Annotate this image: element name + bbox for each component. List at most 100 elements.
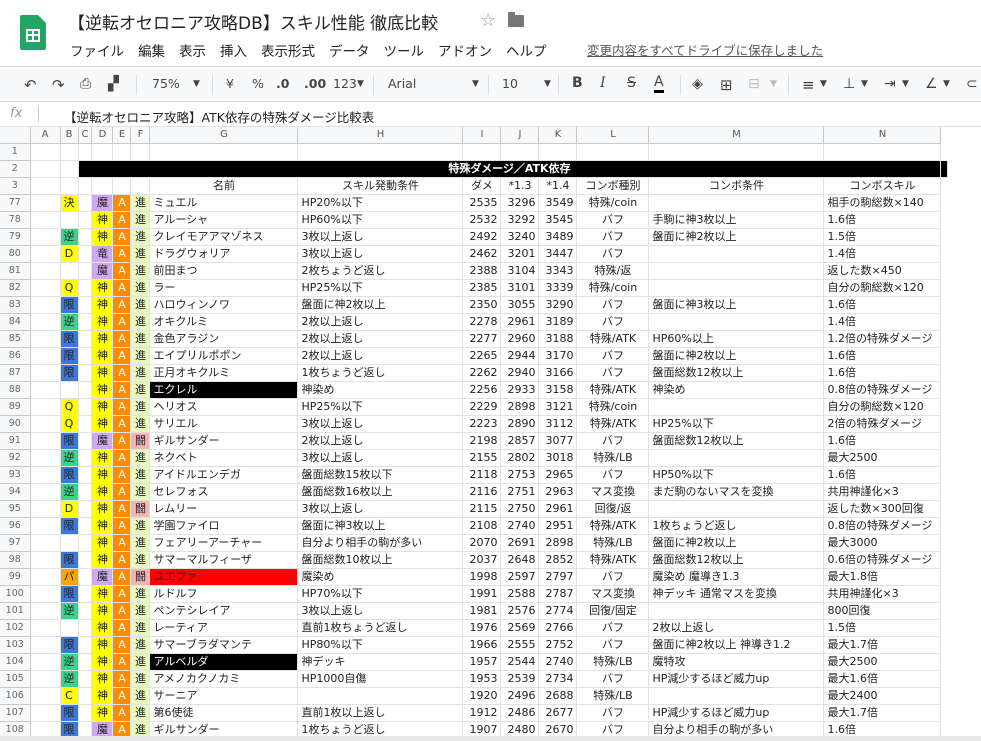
menu-edit[interactable]: 編集 xyxy=(138,40,165,60)
cell-type-badge[interactable]: 逆 xyxy=(60,313,79,331)
menu-data[interactable]: データ xyxy=(329,40,370,60)
cell-attribute[interactable]: 神 xyxy=(91,500,114,518)
cell-combo-cond[interactable]: HP60%以上 xyxy=(648,330,825,348)
cell-combo-cond[interactable] xyxy=(648,687,825,705)
header-cond[interactable]: スキル発動条件 xyxy=(297,177,464,195)
cell-damage[interactable]: 2229 xyxy=(462,398,502,416)
cell-combo-skill[interactable]: 最大2500 xyxy=(823,653,942,671)
cell-combo-type[interactable]: バフ xyxy=(576,228,650,246)
cell-a[interactable] xyxy=(30,585,61,603)
cell-type-badge[interactable]: 限 xyxy=(60,432,79,450)
header-x14[interactable]: *1.4 xyxy=(538,177,578,195)
cell-name[interactable]: 学園ファイロ xyxy=(149,517,299,535)
cell-combo-skill[interactable]: 1.6倍 xyxy=(823,364,942,382)
cell-condition[interactable]: 2枚以上返し xyxy=(297,432,464,450)
cell-a[interactable] xyxy=(30,602,61,620)
cell-role[interactable]: 進 xyxy=(130,330,151,348)
header-combo-skill[interactable]: コンボスキル xyxy=(823,177,942,195)
cell-x13[interactable]: 2740 xyxy=(500,517,540,535)
cell-type-badge[interactable]: 逆 xyxy=(60,653,79,671)
cell-role[interactable]: 進 xyxy=(130,245,151,263)
cell-condition[interactable]: 3枚以上返し xyxy=(297,415,464,433)
row-number[interactable]: 103 xyxy=(0,636,31,654)
cell-combo-skill[interactable]: 相手の駒総数×140 xyxy=(823,194,942,212)
cell-c[interactable] xyxy=(78,568,93,586)
cell-x14[interactable]: 3077 xyxy=(538,432,578,450)
cell-c[interactable] xyxy=(78,500,93,518)
vertical-align-icon[interactable]: ⊥ xyxy=(843,76,855,92)
cell-name[interactable]: レーティア xyxy=(149,619,299,637)
cell-condition[interactable]: 3枚以上返し xyxy=(297,228,464,246)
chevron-down-icon[interactable]: ▼ xyxy=(357,79,364,89)
cell-x14[interactable]: 3343 xyxy=(538,262,578,280)
cell-rank[interactable]: A xyxy=(112,670,132,688)
cell-x14[interactable]: 3121 xyxy=(538,398,578,416)
cell-combo-type[interactable]: マス変換 xyxy=(576,585,650,603)
cell-a[interactable] xyxy=(30,330,61,348)
cell-name[interactable]: エクレル xyxy=(149,381,299,399)
cell-combo-skill[interactable]: 最大1.7倍 xyxy=(823,636,942,654)
cell-combo-type[interactable]: 特殊/LB xyxy=(576,449,650,467)
cell-type-badge[interactable]: 限 xyxy=(60,330,79,348)
cell-rank[interactable]: A xyxy=(112,364,132,382)
column-header[interactable]: K xyxy=(538,127,578,144)
row-number[interactable]: 80 xyxy=(0,245,31,263)
cell-combo-type[interactable]: 特殊/LB xyxy=(576,687,650,705)
cell-type-badge[interactable]: C xyxy=(60,687,79,705)
cell-combo-type[interactable]: 特殊/ATK xyxy=(576,381,650,399)
cell-condition[interactable]: 直前1枚以上返し xyxy=(297,704,464,722)
row-number[interactable]: 107 xyxy=(0,704,31,722)
cell-a[interactable] xyxy=(30,364,61,382)
cell-x13[interactable]: 2648 xyxy=(500,551,540,569)
cell-condition[interactable]: 3枚以上返し xyxy=(297,449,464,467)
cell-x13[interactable]: 2496 xyxy=(500,687,540,705)
cell-name[interactable]: ペンテシレイア xyxy=(149,602,299,620)
cell-rank[interactable]: A xyxy=(112,228,132,246)
cell-combo-cond[interactable]: HP25%以下 xyxy=(648,415,825,433)
cell-name[interactable]: セレフォス xyxy=(149,483,299,501)
cell-role[interactable]: 進 xyxy=(130,449,151,467)
cell-combo-skill[interactable]: 2倍の特殊ダメージ xyxy=(823,415,942,433)
cell-type-badge[interactable]: 限 xyxy=(60,347,79,365)
cell-x14[interactable]: 3189 xyxy=(538,313,578,331)
cell-combo-skill[interactable]: 1.4倍 xyxy=(823,313,942,331)
cell-x13[interactable]: 2857 xyxy=(500,432,540,450)
cell-combo-skill[interactable]: 0.8倍の特殊ダメージ xyxy=(823,381,942,399)
cell-condition[interactable]: 盤面総数15枚以下 xyxy=(297,466,464,484)
italic-button[interactable]: I xyxy=(600,75,606,91)
cell-damage[interactable]: 2155 xyxy=(462,449,502,467)
cell-c[interactable] xyxy=(78,381,93,399)
cell-name[interactable]: レムリー xyxy=(149,500,299,518)
cell-x14[interactable]: 3545 xyxy=(538,211,578,229)
cell-x14[interactable]: 3339 xyxy=(538,279,578,297)
cell-a[interactable] xyxy=(30,449,61,467)
cell-combo-type[interactable]: 回復/返 xyxy=(576,500,650,518)
cell-damage[interactable]: 2385 xyxy=(462,279,502,297)
cell-damage[interactable]: 1920 xyxy=(462,687,502,705)
cell-attribute[interactable]: 神 xyxy=(91,313,114,331)
cell-role[interactable]: 進 xyxy=(130,228,151,246)
cell-type-badge[interactable] xyxy=(60,619,79,637)
row-number[interactable]: 106 xyxy=(0,687,31,705)
cell-condition[interactable]: 2枚以上返し xyxy=(297,313,464,331)
menu-tools[interactable]: ツール xyxy=(384,40,425,60)
cell-attribute[interactable]: 魔 xyxy=(91,262,114,280)
row-number[interactable]: 89 xyxy=(0,398,31,416)
cell-condition[interactable] xyxy=(297,687,464,705)
cell-name[interactable]: ネクベト xyxy=(149,449,299,467)
cell-a[interactable] xyxy=(30,704,61,722)
cell-x14[interactable]: 2774 xyxy=(538,602,578,620)
cell-rank[interactable]: A xyxy=(112,568,132,586)
cell-a[interactable] xyxy=(30,687,61,705)
percent-button[interactable]: % xyxy=(252,76,264,91)
cell-combo-type[interactable]: 特殊/ATK xyxy=(576,517,650,535)
font-select[interactable]: Arial xyxy=(388,76,416,91)
cell-type-badge[interactable]: 逆 xyxy=(60,449,79,467)
row-number[interactable]: 94 xyxy=(0,483,31,501)
cell-condition[interactable]: HP60%以下 xyxy=(297,211,464,229)
cell-role[interactable]: 進 xyxy=(130,483,151,501)
cell-x13[interactable]: 2750 xyxy=(500,500,540,518)
cell-combo-skill[interactable]: 1.4倍 xyxy=(823,245,942,263)
cell-combo-cond[interactable]: 魔特攻 xyxy=(648,653,825,671)
menu-insert[interactable]: 挿入 xyxy=(220,40,247,60)
